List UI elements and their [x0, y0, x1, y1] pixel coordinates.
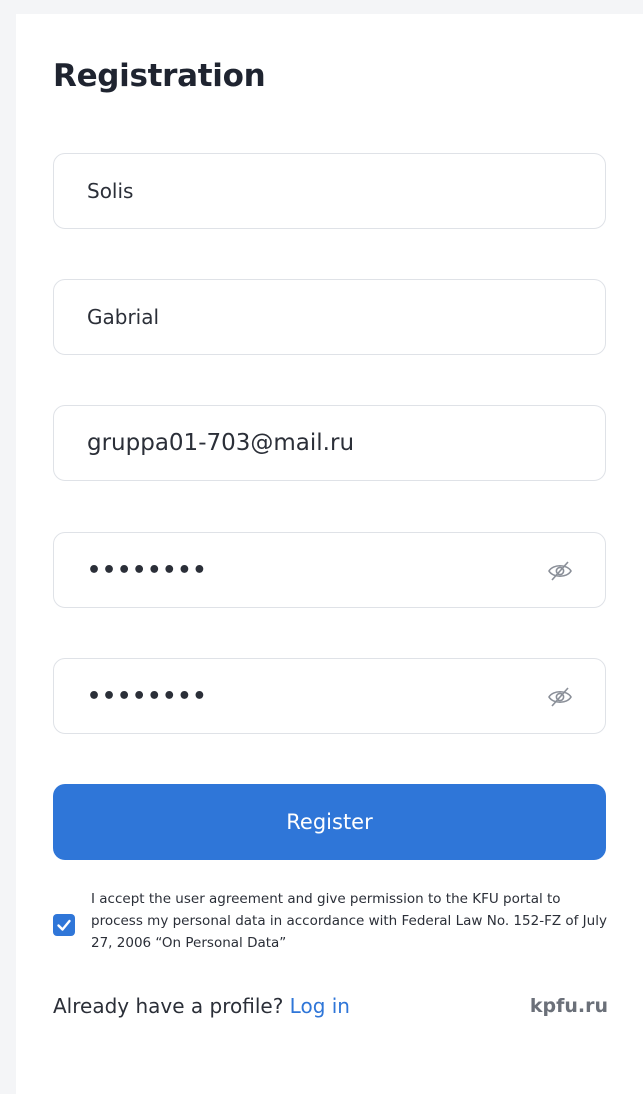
last-name-input[interactable]: [54, 154, 605, 228]
checkmark-icon: [57, 919, 71, 931]
first-name-input[interactable]: [54, 280, 605, 354]
page: Registration Solis Gabrial gruppa01-703@…: [0, 0, 643, 1094]
password-input[interactable]: [54, 533, 605, 607]
consent-text: I accept the user agreement and give per…: [91, 891, 607, 951]
registration-card: Registration Solis Gabrial gruppa01-703@…: [16, 14, 643, 1094]
first-name-field[interactable]: [53, 279, 606, 355]
login-prompt-label: Already have a profile?: [53, 994, 284, 1018]
password-field[interactable]: [53, 532, 606, 608]
consent-checkbox[interactable]: [53, 914, 75, 936]
register-button[interactable]: Register: [53, 784, 606, 860]
confirm-password-field[interactable]: [53, 658, 606, 734]
eye-slash-icon[interactable]: [547, 685, 573, 709]
site-link[interactable]: kpfu.ru: [530, 995, 608, 1017]
last-name-field[interactable]: [53, 153, 606, 229]
page-title: Registration: [53, 58, 266, 94]
email-input[interactable]: [54, 406, 605, 480]
login-link[interactable]: Log in: [290, 994, 350, 1018]
eye-slash-icon[interactable]: [547, 559, 573, 583]
confirm-password-input[interactable]: [54, 659, 605, 733]
login-prompt: Already have a profile? Log in: [53, 994, 350, 1018]
email-field[interactable]: [53, 405, 606, 481]
